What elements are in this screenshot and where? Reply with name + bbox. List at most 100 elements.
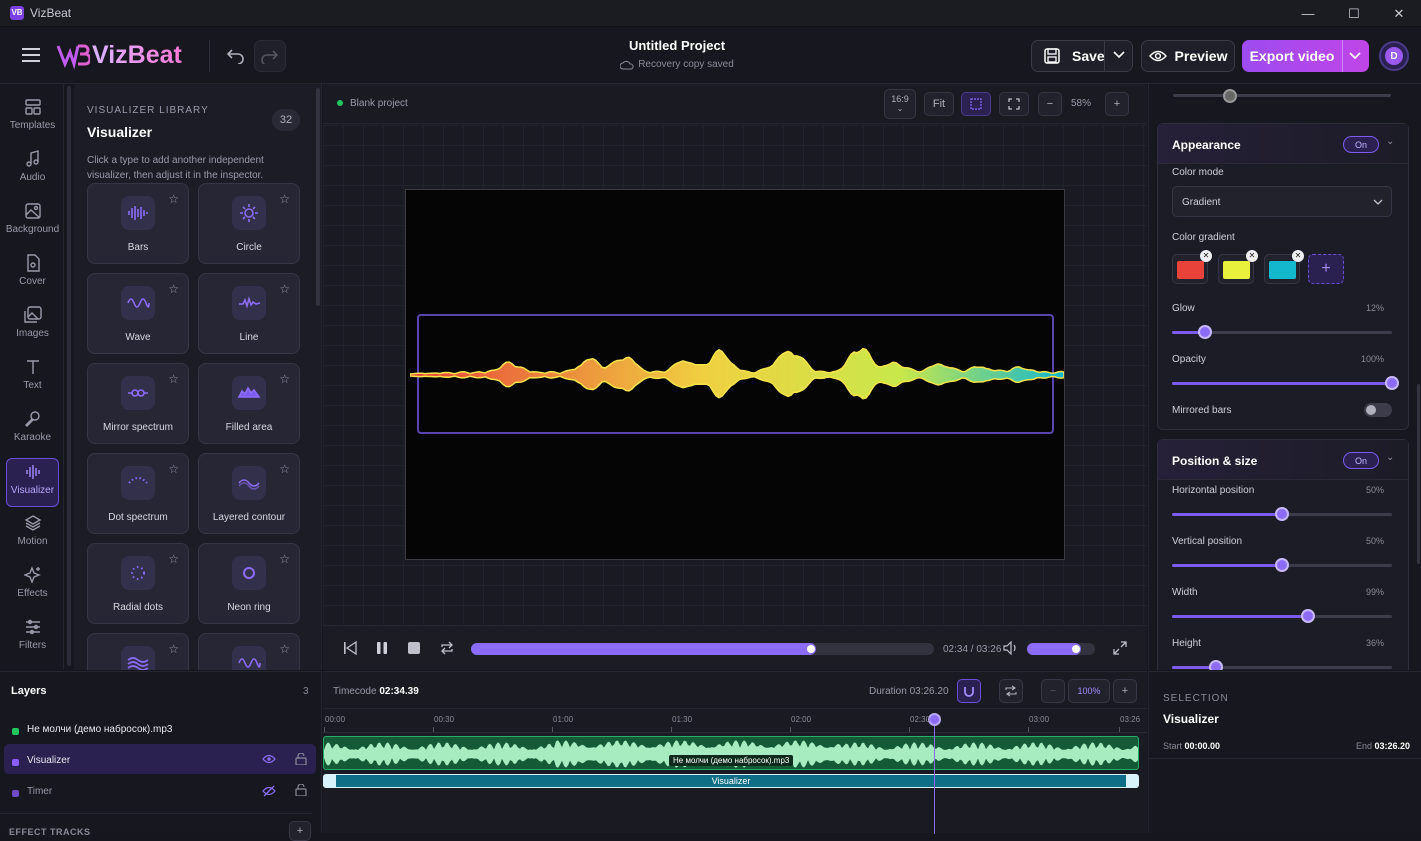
export-dropdown-chevron-icon[interactable] — [1348, 51, 1362, 61]
visualizer-card-filled-area[interactable]: ☆ Filled area — [198, 363, 300, 444]
skip-start-icon[interactable] — [343, 641, 357, 655]
remove-color-icon[interactable]: ✕ — [1292, 250, 1304, 262]
avatar[interactable]: D — [1379, 41, 1409, 71]
close-button[interactable]: ✕ — [1376, 0, 1421, 27]
aspect-ratio-select[interactable]: 16:9 ⌄ — [884, 89, 916, 119]
visualizer-waveform[interactable] — [410, 340, 1064, 410]
favorite-star-icon[interactable]: ☆ — [279, 192, 290, 206]
redo-button[interactable] — [254, 40, 286, 72]
stop-icon[interactable] — [408, 642, 420, 654]
width-knob[interactable] — [1301, 609, 1316, 623]
vertical-position-knob[interactable] — [1275, 558, 1289, 572]
timeline-zoom-in-button[interactable]: + — [1113, 679, 1137, 703]
rail-item-images[interactable]: Images — [6, 302, 59, 351]
zoom-in-button[interactable]: + — [1105, 92, 1129, 116]
menu-icon[interactable] — [22, 47, 42, 63]
maximize-button[interactable]: ☐ — [1331, 0, 1377, 27]
playback-progress[interactable] — [471, 643, 934, 655]
visualizer-card-line[interactable]: ☆ Line — [198, 273, 300, 354]
add-color-button[interactable]: + — [1308, 254, 1344, 284]
project-title[interactable]: Untitled Project — [577, 38, 777, 53]
mirrored-bars-toggle[interactable] — [1364, 403, 1392, 417]
layer-row-label[interactable]: Visualizer — [27, 755, 70, 766]
rail-item-visualizer[interactable]: Visualizer — [6, 458, 59, 507]
fullscreen-button[interactable] — [999, 92, 1029, 116]
export-video-button[interactable]: Export video — [1242, 40, 1342, 72]
snap-button[interactable] — [957, 679, 981, 703]
layer-row-label[interactable]: Timer — [27, 786, 52, 797]
rail-item-karaoke[interactable]: Karaoke — [6, 406, 59, 455]
favorite-star-icon[interactable]: ☆ — [279, 282, 290, 296]
lock-open-icon[interactable] — [295, 753, 307, 765]
visualizer-card-circle[interactable]: ☆ Circle — [198, 183, 300, 264]
rail-item-text[interactable]: Text — [6, 354, 59, 403]
zoom-out-button[interactable]: − — [1038, 92, 1062, 116]
remove-color-icon[interactable]: ✕ — [1200, 250, 1212, 262]
favorite-star-icon[interactable]: ☆ — [168, 192, 179, 206]
visualizer-card-mirror-spectrum[interactable]: ☆ Mirror spectrum — [87, 363, 189, 444]
visualizer-card-layered-contour[interactable]: ☆ Layered contour — [198, 453, 300, 534]
color-mode-select[interactable]: Gradient — [1172, 186, 1392, 217]
visualizer-card-wave[interactable]: ☆ Wave — [87, 273, 189, 354]
rail-item-audio[interactable]: Audio — [6, 146, 59, 195]
rail-item-effects[interactable]: Effects — [6, 562, 59, 611]
favorite-star-icon[interactable]: ☆ — [279, 462, 290, 476]
favorite-star-icon[interactable]: ☆ — [168, 642, 179, 656]
visualizer-card-item-11[interactable]: ☆ — [198, 633, 300, 670]
visualizer-card-item-10[interactable]: ☆ — [87, 633, 189, 670]
safe-area-button[interactable] — [961, 92, 991, 116]
top-partial-slider-knob[interactable] — [1223, 89, 1237, 103]
width-slider[interactable] — [1172, 615, 1392, 618]
opacity-slider[interactable] — [1172, 382, 1392, 385]
add-effect-track-button[interactable]: + — [289, 821, 311, 841]
visibility-eye-icon[interactable] — [262, 754, 276, 764]
color-swatch[interactable]: ✕ — [1218, 250, 1258, 284]
remove-color-icon[interactable]: ✕ — [1246, 250, 1258, 262]
timeline-zoom-out-button[interactable]: − — [1041, 679, 1065, 703]
favorite-star-icon[interactable]: ☆ — [168, 462, 179, 476]
height-knob[interactable] — [1209, 660, 1223, 670]
glow-slider-knob[interactable] — [1198, 325, 1212, 339]
volume-slider[interactable] — [1027, 643, 1095, 655]
visualizer-card-neon-ring[interactable]: ☆ Neon ring — [198, 543, 300, 624]
rail-item-filters[interactable]: Filters — [6, 614, 59, 663]
favorite-star-icon[interactable]: ☆ — [279, 552, 290, 566]
visualizer-card-radial-dots[interactable]: ☆ Radial dots — [87, 543, 189, 624]
rail-item-motion[interactable]: Motion — [6, 510, 59, 559]
rail-item-templates[interactable]: Templates — [6, 94, 59, 143]
lock-open-icon[interactable] — [295, 784, 307, 796]
minimize-button[interactable]: — — [1285, 0, 1331, 27]
visualizer-card-dot-spectrum[interactable]: ☆ Dot spectrum — [87, 453, 189, 534]
opacity-slider-knob[interactable] — [1385, 376, 1399, 390]
position-size-toggle[interactable]: On — [1343, 452, 1379, 469]
height-slider[interactable] — [1172, 666, 1392, 669]
appearance-toggle[interactable]: On — [1343, 136, 1379, 153]
color-swatch[interactable]: ✕ — [1264, 250, 1304, 284]
video-frame[interactable] — [405, 189, 1065, 560]
preview-button[interactable]: Preview — [1141, 40, 1235, 72]
rail-scrollbar[interactable] — [67, 86, 71, 666]
library-scrollbar[interactable] — [316, 88, 320, 306]
favorite-star-icon[interactable]: ☆ — [168, 372, 179, 386]
inspector-scrollbar[interactable] — [1417, 384, 1420, 564]
pause-icon[interactable] — [375, 641, 389, 655]
layer-row-label[interactable]: Не молчи (демо набросок).mp3 — [27, 724, 172, 735]
visualizer-clip[interactable]: Visualizer — [323, 774, 1139, 788]
appearance-collapse-chevron-icon[interactable]: ⌄ — [1386, 136, 1394, 147]
favorite-star-icon[interactable]: ☆ — [279, 642, 290, 656]
playhead[interactable] — [928, 713, 942, 834]
expand-preview-icon[interactable] — [1113, 641, 1127, 655]
undo-icon[interactable] — [226, 46, 246, 64]
rail-item-cover[interactable]: Cover — [6, 250, 59, 299]
top-partial-slider[interactable] — [1173, 94, 1391, 97]
horizontal-position-knob[interactable] — [1275, 507, 1289, 521]
color-swatch[interactable]: ✕ — [1172, 250, 1212, 284]
visualizer-card-bars[interactable]: ☆ Bars — [87, 183, 189, 264]
position-collapse-chevron-icon[interactable]: ⌄ — [1386, 452, 1394, 463]
audio-clip[interactable]: Не молчи (демо набросок).mp3 — [323, 736, 1139, 770]
loop-icon[interactable] — [439, 641, 455, 655]
rail-item-background[interactable]: Background — [6, 198, 59, 247]
visibility-off-icon[interactable] — [262, 785, 276, 797]
timeline-loop-button[interactable] — [999, 679, 1023, 703]
save-dropdown-chevron-icon[interactable] — [1112, 50, 1126, 60]
